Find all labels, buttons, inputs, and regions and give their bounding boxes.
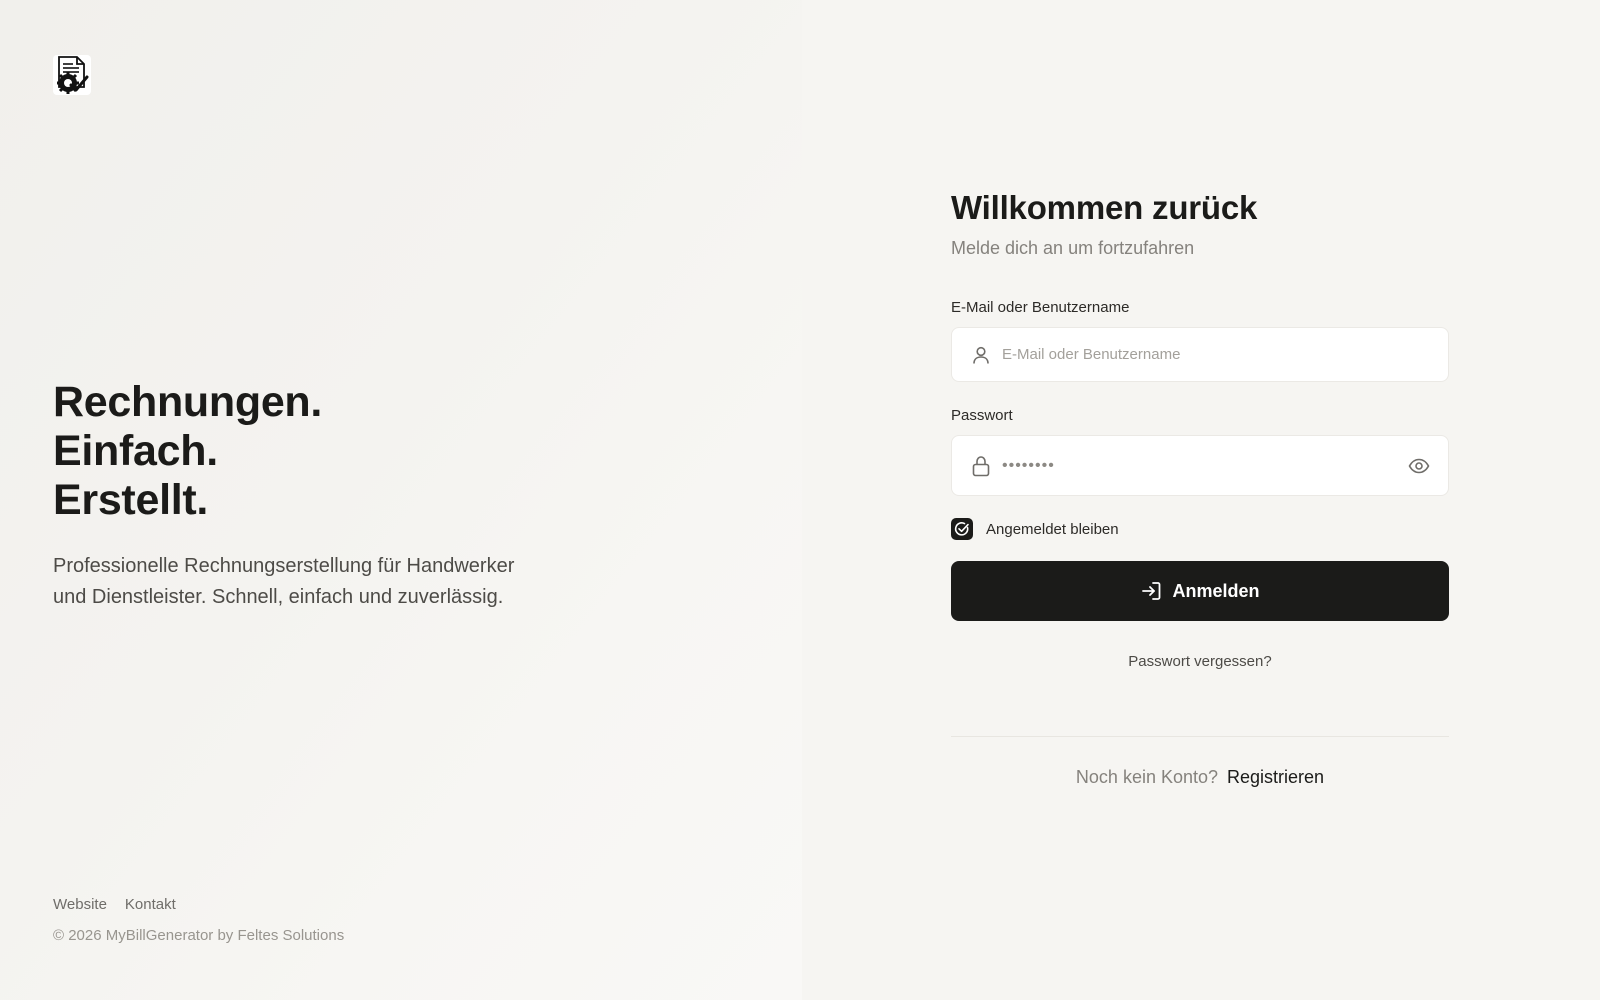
email-label: E-Mail oder Benutzername <box>951 299 1130 316</box>
forgot-password-link[interactable]: Passwort vergessen? <box>951 653 1449 670</box>
login-panel: Willkommen zurück Melde dich an um fortz… <box>802 0 1600 1000</box>
page-subtitle: Melde dich an um fortzufahren <box>951 238 1195 258</box>
hero-headline-line: Erstellt. <box>53 476 209 524</box>
eye-icon[interactable] <box>1406 453 1432 479</box>
login-button-label: Anmelden <box>1172 580 1260 601</box>
password-label: Passwort <box>951 407 1013 424</box>
signup-prompt: Noch kein Konto? <box>1075 767 1219 787</box>
email-input[interactable] <box>1002 328 1448 381</box>
login-form: Willkommen zurück Melde dich an um fortz… <box>951 188 1449 788</box>
footer-link-website[interactable]: Website <box>53 896 107 913</box>
copyright-text: © 2026 MyBillGenerator by Feltes Solutio… <box>53 927 345 944</box>
hero-headline: Rechnungen. Einfach. Erstellt. <box>53 378 322 525</box>
divider <box>951 736 1449 737</box>
footer-links: Website Kontakt <box>53 896 176 913</box>
password-field-box <box>951 435 1449 496</box>
hero-tagline: Professionelle Rechnungserstellung für H… <box>53 555 515 608</box>
email-field-box <box>951 327 1449 382</box>
lock-icon <box>970 455 992 477</box>
signup-row: Noch kein Konto? Registrieren <box>951 767 1449 788</box>
remember-row: Angemeldet bleiben <box>951 518 1449 540</box>
register-link[interactable]: Registrieren <box>1227 767 1324 787</box>
invoice-gear-check-icon <box>53 55 91 95</box>
hero-headline-line: Einfach. <box>53 427 218 475</box>
footer-link-contact[interactable]: Kontakt <box>125 896 176 913</box>
login-button[interactable]: Anmelden <box>951 561 1449 621</box>
password-input[interactable] <box>1002 436 1406 495</box>
page-title: Willkommen zurück <box>951 189 1258 226</box>
user-icon <box>970 344 992 366</box>
login-arrow-icon <box>1140 580 1162 602</box>
brand-panel: Rechnungen. Einfach. Erstellt. Professio… <box>0 0 802 1000</box>
hero-headline-line: Rechnungen. <box>53 378 323 426</box>
remember-checkbox[interactable] <box>951 518 973 540</box>
remember-label: Angemeldet bleiben <box>986 520 1119 538</box>
